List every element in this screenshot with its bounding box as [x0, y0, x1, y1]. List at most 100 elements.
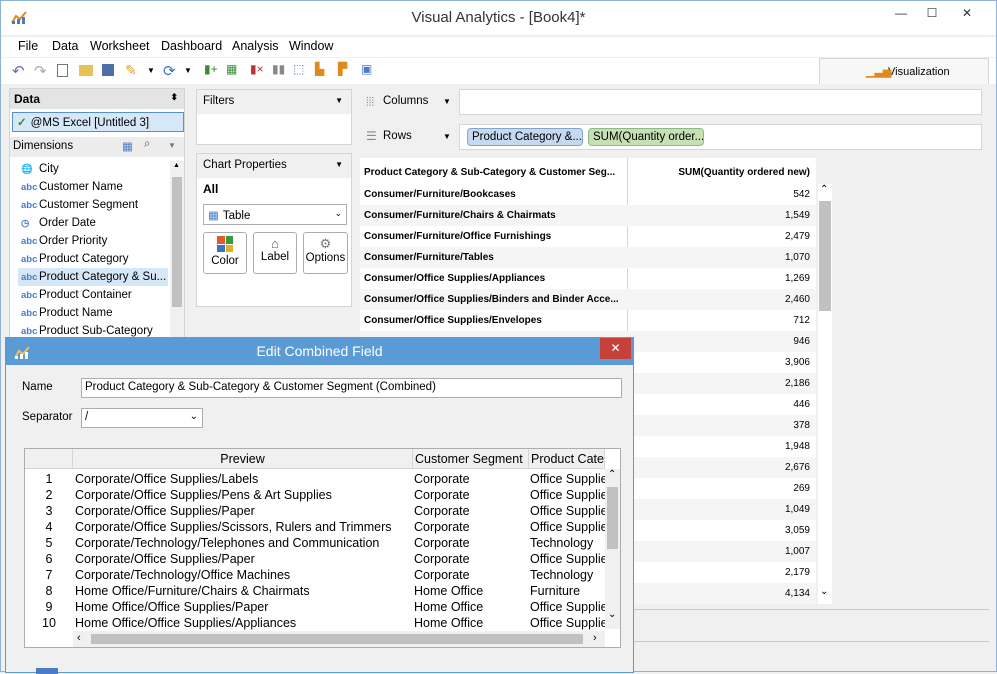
dimension-item[interactable]: abc Customer Name	[21, 178, 123, 196]
separator-select[interactable]: / ⌄	[81, 408, 203, 428]
grid-cell-preview: Corporate/Office Supplies/Paper	[75, 504, 255, 518]
save-icon[interactable]	[102, 64, 114, 76]
table-row[interactable]: Consumer/Furniture/Tables 1,070	[360, 247, 816, 268]
grid-row[interactable]: 6 Corporate/Office Supplies/Paper Corporat…	[25, 551, 605, 567]
table-row[interactable]: Consumer/Furniture/Chairs & Chairmats 1,5…	[360, 205, 816, 226]
add-row-icon[interactable]: ▦	[226, 62, 242, 78]
grid-row[interactable]: 9 Home Office/Office Supplies/Paper Home O…	[25, 599, 605, 615]
menu-analysis[interactable]: Analysis	[232, 39, 279, 53]
grid-row[interactable]: 3 Corporate/Office Supplies/Paper Corporat…	[25, 503, 605, 519]
filters-menu-icon[interactable]: ▼	[335, 96, 343, 105]
grid-row[interactable]: 7 Corporate/Technology/Office Machines Cor…	[25, 567, 605, 583]
table-column-header-sum[interactable]: SUM(Quantity ordered new)	[630, 162, 810, 183]
undo-icon[interactable]: ↶	[12, 62, 28, 80]
scroll-down-icon[interactable]: ⌄	[608, 609, 616, 620]
color-button[interactable]: Color	[203, 232, 247, 274]
chart-properties-menu-icon[interactable]: ▼	[335, 160, 343, 169]
table-row[interactable]: Consumer/Furniture/Bookcases 542	[360, 184, 816, 205]
rows-pill-sum-quantity[interactable]: SUM(Quantity order...	[588, 128, 704, 146]
scroll-up-icon[interactable]: ▲	[173, 162, 180, 169]
grid-row[interactable]: 1 Corporate/Office Supplies/Labels Corpora…	[25, 471, 605, 487]
menu-dashboard[interactable]: Dashboard	[161, 39, 222, 53]
grid-row[interactable]: 2 Corporate/Office Supplies/Pens & Art Su…	[25, 487, 605, 503]
columns-menu-icon[interactable]: ▼	[443, 97, 451, 106]
dimension-item[interactable]: abc Order Priority	[21, 232, 107, 250]
dimension-item[interactable]: ◷ Order Date	[21, 214, 96, 232]
columns-shelf[interactable]	[459, 89, 982, 115]
sort-desc-icon[interactable]: ▛	[338, 62, 354, 78]
wizard-icon[interactable]: ✎	[125, 62, 141, 78]
bars-icon[interactable]: ▮▮	[272, 62, 288, 78]
grid-view-icon[interactable]: ▦	[122, 139, 133, 153]
table-row[interactable]: Consumer/Furniture/Office Furnishings 2,4…	[360, 226, 816, 247]
data-pane-header: Data ⬍	[10, 89, 184, 109]
rows-pill-product-category[interactable]: Product Category &...	[467, 128, 583, 146]
sort-toggle-icon[interactable]: ⬍	[170, 92, 178, 103]
grid-header-product-category[interactable]: Product Cate	[529, 449, 605, 469]
label-button[interactable]: ⌂ Label	[253, 232, 297, 274]
menu-file[interactable]: File	[18, 39, 38, 53]
options-button[interactable]: ⚙ Options	[303, 232, 348, 274]
menu-worksheet[interactable]: Worksheet	[90, 39, 150, 53]
open-folder-icon[interactable]	[79, 65, 93, 76]
maximize-button[interactable]: ☐	[917, 1, 947, 25]
select-icon[interactable]: ⬚	[293, 62, 309, 78]
grid-horizontal-scrollbar[interactable]: ‹ ›	[73, 631, 605, 647]
table-row[interactable]: Consumer/Office Supplies/Binders and Bin…	[360, 289, 816, 310]
redo-icon[interactable]: ↷	[34, 62, 50, 80]
menu-window[interactable]: Window	[289, 39, 333, 53]
table-cell-sum: 2,460	[784, 294, 810, 305]
grid-vertical-scrollbar[interactable]: ⌃ ⌄	[605, 469, 620, 629]
dimension-item[interactable]: abc Product Name	[21, 304, 113, 322]
grid-row[interactable]: 10 Home Office/Office Supplies/Appliances…	[25, 615, 605, 631]
dimensions-header: Dimensions ▦ ⌕ ▼	[10, 137, 184, 157]
scroll-right-icon[interactable]: ›	[593, 632, 597, 644]
minimize-button[interactable]: —	[886, 1, 916, 25]
scroll-up-icon[interactable]: ⌃	[608, 469, 616, 480]
grid-cell-category: Office Supplie	[530, 472, 605, 486]
sort-asc-icon[interactable]: ▙	[315, 62, 331, 78]
dimension-item[interactable]: abc Product Category	[21, 250, 129, 268]
rows-shelf[interactable]: Product Category &... SUM(Quantity order…	[459, 124, 982, 150]
dialog-close-button[interactable]: ✕	[600, 338, 631, 359]
new-sheet-icon[interactable]	[57, 64, 68, 77]
refresh-icon[interactable]: ⟳	[163, 62, 179, 80]
dialog-logo-icon	[14, 346, 30, 359]
dimension-item[interactable]: 🌐 City	[21, 160, 59, 178]
filters-card: Filters ▼	[196, 89, 352, 145]
rows-menu-icon[interactable]: ▼	[443, 132, 451, 141]
dimension-item[interactable]: abc Product Category & Su...	[18, 268, 168, 286]
table-cell-sum: 1,549	[784, 210, 810, 221]
grid-row[interactable]: 8 Home Office/Furniture/Chairs & Chairmat…	[25, 583, 605, 599]
add-column-icon[interactable]: ▮+	[204, 62, 220, 78]
remove-icon[interactable]: ▮×	[250, 62, 266, 78]
chart-properties-card: Chart Properties ▼ All ▦ Table ⌄ Color ⌂ …	[196, 153, 352, 307]
table-row[interactable]: Consumer/Office Supplies/Envelopes 712	[360, 310, 816, 331]
scroll-up-icon[interactable]: ⌃	[820, 184, 828, 195]
title-bar: Visual Analytics - [Book4]* — ☐ ✕	[1, 1, 996, 35]
dimension-item[interactable]: abc Customer Segment	[21, 196, 138, 214]
search-icon[interactable]: ⌕	[144, 138, 150, 151]
table-scrollbar[interactable]: ⌃ ⌄	[818, 184, 832, 604]
dropdown-arrow-icon[interactable]: ▼	[147, 66, 163, 82]
visualization-tab[interactable]: ▁▃▅ Visualization	[819, 58, 989, 84]
scroll-left-icon[interactable]: ‹	[77, 632, 81, 644]
grid-cell-category: Office Supplie	[530, 600, 605, 614]
name-field[interactable]: Product Category & Sub-Category & Custom…	[81, 378, 622, 398]
dimensions-scrollbar[interactable]: ▲	[170, 161, 184, 337]
grid-row[interactable]: 4 Corporate/Office Supplies/Scissors, Rul…	[25, 519, 605, 535]
grid-header-customer-segment[interactable]: Customer Segment	[413, 449, 529, 469]
data-source-item[interactable]: ✓ @MS Excel [Untitled 3]	[12, 112, 184, 132]
table-row[interactable]: Consumer/Office Supplies/Appliances 1,269	[360, 268, 816, 289]
close-button[interactable]: ✕	[952, 1, 982, 25]
menu-data[interactable]: Data	[52, 39, 78, 53]
scroll-down-icon[interactable]: ⌄	[820, 586, 828, 597]
table-column-header-category[interactable]: Product Category & Sub-Category & Custom…	[364, 162, 629, 183]
dropdown-arrow-icon-2[interactable]: ▼	[184, 66, 200, 82]
dimension-item[interactable]: abc Product Container	[21, 286, 132, 304]
grid-header-preview[interactable]: Preview	[73, 449, 413, 469]
grid-row[interactable]: 5 Corporate/Technology/Telephones and Com…	[25, 535, 605, 551]
chart-type-select[interactable]: ▦ Table ⌄	[203, 204, 347, 225]
fit-icon[interactable]: ▣	[361, 62, 377, 78]
dimensions-menu-icon[interactable]: ▼	[168, 141, 176, 150]
